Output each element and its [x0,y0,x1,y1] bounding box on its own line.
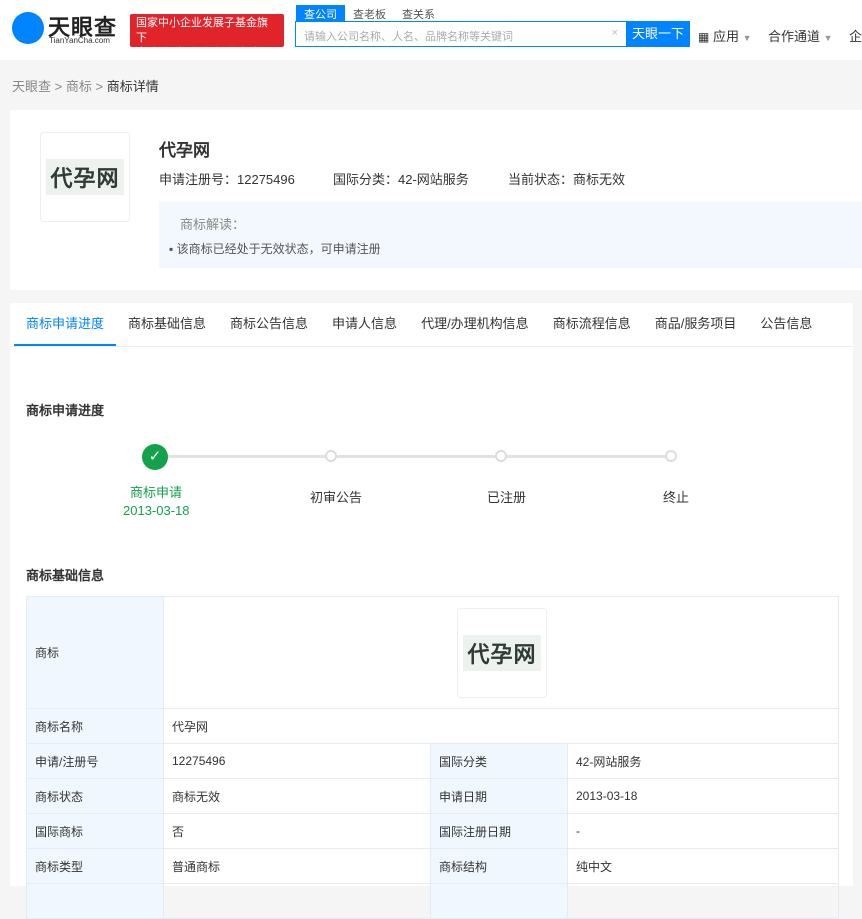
step-label: 商标申请 [130,485,183,500]
cell-label: 商标类型 [26,848,164,884]
cell-value: 代孕网 [163,708,839,744]
apps-menu[interactable]: ▦ 应用 ▼ [698,26,752,45]
table-row [26,883,839,919]
class-label: 国际分类： [333,172,399,187]
step-label: 已注册 [487,490,527,505]
logo-icon[interactable] [12,12,44,44]
interp-text: 该商标已经处于无效状态，可申请注册 [176,242,381,256]
tab-agent[interactable]: 代理/办理机构信息 [409,303,541,346]
trademark-image: 代孕网 [40,132,130,222]
cell-label: 申请日期 [430,778,568,814]
banner[interactable]: 国家中小企业发展子基金旗下官方备案企业征信机构 [130,14,284,59]
table-row: 商标名称 代孕网 [26,708,839,744]
banner-line: 国家中小企业发展子基金旗下 [136,17,268,44]
detail-tabs: 商标申请进度 商标基础信息 商标公告信息 申请人信息 代理/办理机构信息 商标流… [10,303,853,347]
tab-notice[interactable]: 公告信息 [748,303,824,346]
interp-title: 商标解读： [180,217,246,232]
cell-value [163,883,431,919]
banner-line: 官方备案企业征信机构 [136,47,266,59]
nav-enterprise[interactable]: 企 [849,26,862,45]
reg-no: 申请注册号：12275496 [159,169,295,188]
trademark-summary: 代孕网 代孕网 申请注册号：12275496 国际分类：42-网站服务 当前状态… [10,110,862,290]
table-row: 国际商标否国际注册日期 - [26,813,839,849]
reg-label: 申请注册号： [159,172,238,187]
cell-label: 商标 [26,596,164,709]
step-dot [665,450,677,462]
progress-line [155,455,672,458]
interpretation-box: 商标解读： ▪ 该商标已经处于无效状态，可申请注册 [159,202,862,268]
cell-value: 否 [163,813,431,849]
tab-applicant[interactable]: 申请人信息 [320,303,409,346]
cell-value: 纯中文 [567,848,839,884]
table-row: 申请/注册号 12275496 国际分类 42-网站服务 [26,743,839,779]
cell-value: 12275496 [163,743,431,779]
tab-basic[interactable]: 商标基础信息 [116,303,218,346]
step-label: 终止 [663,490,690,505]
grid-icon: ▦ [698,30,710,44]
cell-label: 商标结构 [430,848,568,884]
logo-sub: TianYanCha.com [49,36,110,45]
cell-label [26,883,164,919]
partner-label: 合作通道 [768,29,821,44]
header: 天眼查 TianYanCha.com 国家中小企业发展子基金旗下 官方备案企业征信… [0,0,862,60]
tab-announce[interactable]: 商标公告信息 [218,303,320,346]
table-row: 商标状态 商标无效 申请日期 2013-03-18 [26,778,839,814]
class-value: 42-网站服务 [398,172,469,187]
cell-label: 国际注册日期 [430,813,568,849]
cell-label: 国际分类 [430,743,568,779]
cell-value: 商标无效 [163,778,431,814]
breadcrumb: 天眼查 > 商标 > 商标详情 [12,79,159,94]
table-row: 商标 代孕网 [26,596,839,709]
basic-table: 商标 代孕网 商标名称 代孕网 申请/注册号 12275496 国际分类 42-网站服务 … [26,596,839,919]
search-input[interactable]: 请输入公司名称、人名、品牌名称等关键词 × [295,21,627,47]
trademark-image-text: 代孕网 [46,159,124,195]
cell-value [567,883,839,919]
interp-item: ▪ 该商标已经处于无效状态，可申请注册 [169,242,381,256]
clear-icon[interactable]: × [612,27,618,39]
partner-menu[interactable]: 合作通道 ▼ [768,26,833,45]
step-date: 2013-03-18 [123,503,190,518]
cell-label: 国际商标 [26,813,164,849]
check-icon: ✓ [142,444,168,470]
tab-flow[interactable]: 商标流程信息 [541,303,643,346]
cell-value: 42-网站服务 [567,743,839,779]
apps-label: 应用 [712,29,739,44]
basic-title: 商标基础信息 [26,568,105,583]
intl-class: 国际分类：42-网站服务 [333,169,469,188]
step-dot [495,450,507,462]
cell-label: 商标状态 [26,778,164,814]
progress-title: 商标申请进度 [26,403,105,418]
cell-value: - [567,813,839,849]
status-label: 当前状态： [508,172,574,187]
cell-label [430,883,568,919]
status: 当前状态：商标无效 [508,169,625,188]
detail-panel: 商标申请进度 商标基础信息 商标公告信息 申请人信息 代理/办理机构信息 商标流… [10,303,853,919]
reg-value: 12275496 [237,172,295,187]
trademark-image: 代孕网 [457,607,547,698]
trademark-image-text: 代孕网 [463,634,541,671]
cell-label: 申请/注册号 [26,743,164,779]
cell-value: 普通商标 [163,848,431,884]
tab-progress[interactable]: 商标申请进度 [14,303,117,346]
cell-value: 2013-03-18 [567,778,839,814]
cell-label: 商标名称 [26,708,164,744]
step-dot [325,450,337,462]
table-row: 商标类型 普通商标 商标结构 纯中文 [26,848,839,884]
search-button[interactable]: 天眼一下 [626,21,690,47]
trademark-name: 代孕网 [159,141,210,160]
step-label: 初审公告 [310,490,363,505]
tab-goods[interactable]: 商品/服务项目 [643,303,749,346]
search-placeholder: 请输入公司名称、人名、品牌名称等关键词 [304,31,513,43]
crumb-current: 商标详情 [106,79,159,94]
caret-down-icon: ▼ [823,33,833,43]
crumb-home[interactable]: 天眼查 [12,79,51,94]
crumb-trademark[interactable]: 商标 [66,79,92,94]
caret-down-icon: ▼ [742,33,752,43]
status-value: 商标无效 [573,172,626,187]
cell-value: 代孕网 [163,596,839,709]
